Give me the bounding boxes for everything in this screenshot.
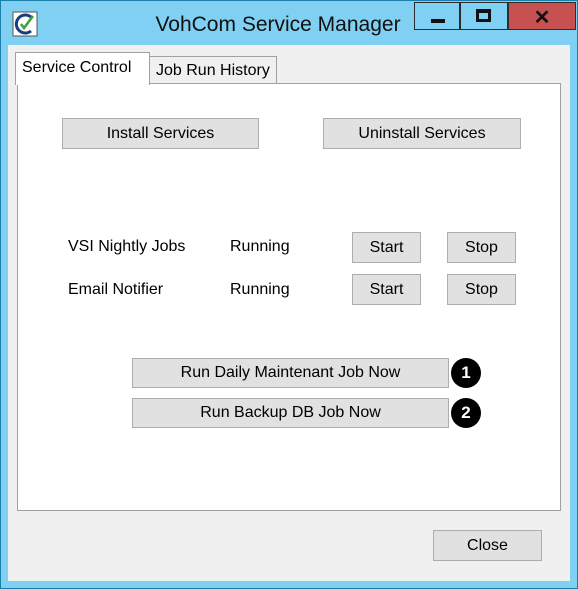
close-icon: ✕ [533,7,551,29]
app-window: VohCom Service Manager ✕ Service Control… [0,0,578,589]
callout-badge-1: 1 [451,358,481,388]
close-window-button[interactable]: ✕ [508,2,576,30]
start-vsi-nightly-jobs-button[interactable]: Start [352,232,421,263]
service-status-email-notifier: Running [230,281,290,298]
close-button[interactable]: Close [433,530,542,561]
callout-badge-2: 2 [451,398,481,428]
run-daily-maintenance-job-button[interactable]: Run Daily Maintenant Job Now [132,358,449,388]
start-email-notifier-button[interactable]: Start [352,274,421,305]
maximize-icon [476,9,491,22]
minimize-icon [431,19,445,23]
stop-email-notifier-button[interactable]: Stop [447,274,516,305]
service-control-panel: Install Services Uninstall Services VSI … [17,83,561,511]
service-name-email-notifier: Email Notifier [68,281,164,298]
title-bar[interactable]: VohCom Service Manager ✕ [1,1,577,45]
service-name-vsi-nightly-jobs: VSI Nightly Jobs [68,238,186,255]
maximize-button[interactable] [460,2,508,30]
tab-service-control[interactable]: Service Control [15,52,150,85]
uninstall-services-button[interactable]: Uninstall Services [323,118,521,149]
install-services-button[interactable]: Install Services [62,118,259,149]
run-backup-db-job-button[interactable]: Run Backup DB Job Now [132,398,449,428]
client-area: Service Control Job Run History Install … [8,45,570,581]
stop-vsi-nightly-jobs-button[interactable]: Stop [447,232,516,263]
minimize-button[interactable] [414,2,460,30]
tab-job-run-history[interactable]: Job Run History [149,56,277,83]
service-status-vsi-nightly-jobs: Running [230,238,290,255]
